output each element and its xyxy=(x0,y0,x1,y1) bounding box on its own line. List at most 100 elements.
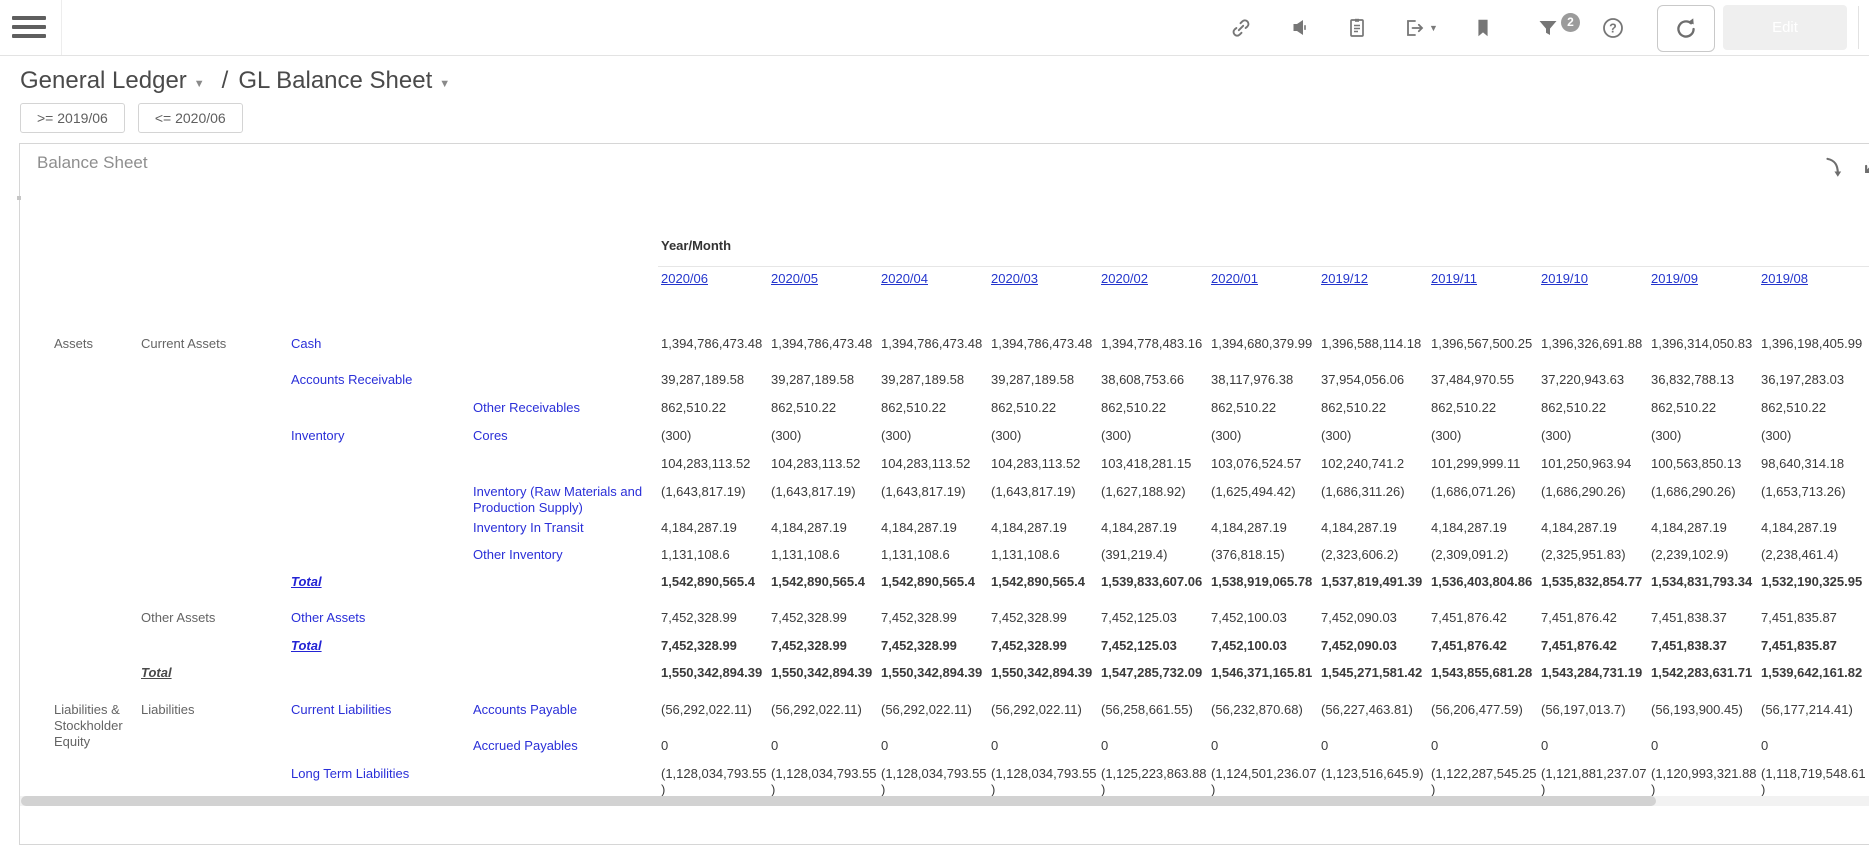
edit-button[interactable]: Edit xyxy=(1723,5,1847,50)
month-column-link[interactable]: 2020/03 xyxy=(991,271,1038,286)
month-column-link[interactable]: 2019/08 xyxy=(1761,271,1808,286)
filter-chip-to[interactable]: <= 2020/06 xyxy=(137,103,243,133)
cell-value: 1,539,642,161.82 xyxy=(1761,665,1863,680)
cell-value: 36,197,283.03 xyxy=(1761,372,1845,387)
horizontal-scrollbar-thumb[interactable] xyxy=(21,796,1656,806)
row-label-link[interactable]: Cores xyxy=(473,428,649,444)
cell-value: 0 xyxy=(881,738,889,753)
bookmark-icon[interactable] xyxy=(1470,15,1496,41)
month-column-link[interactable]: 2019/09 xyxy=(1651,271,1698,286)
cell-value: 1,536,403,804.86 xyxy=(1431,574,1533,589)
cell-value: (2,239,102.9) xyxy=(1651,547,1729,562)
refresh-button[interactable] xyxy=(1657,5,1715,52)
chevron-down-icon[interactable]: ▼ xyxy=(439,78,450,90)
cell-value: 37,220,943.63 xyxy=(1541,372,1625,387)
horizontal-scrollbar-track[interactable] xyxy=(20,796,1869,806)
month-column-link[interactable]: 2019/10 xyxy=(1541,271,1588,286)
filter-count-badge: 2 xyxy=(1561,12,1580,32)
cell-value: (300) xyxy=(991,428,1022,443)
cell-value: 7,452,328.99 xyxy=(771,638,847,653)
cell-value: (1,128,034,793.55) xyxy=(881,766,987,797)
cell-value: 862,510.22 xyxy=(1431,400,1497,415)
filter-icon[interactable]: 2 xyxy=(1528,12,1580,41)
month-header-row: 2020/06 2020/05 2020/04 2020/03 2020/02 2020/… xyxy=(20,271,1869,289)
copy-icon[interactable] xyxy=(1344,15,1370,41)
row-label-link[interactable]: Other Assets xyxy=(291,610,469,626)
link-icon[interactable] xyxy=(1228,15,1254,41)
row-label-link[interactable]: Current Liabilities xyxy=(291,702,469,718)
cell-value: 7,452,328.99 xyxy=(991,638,1067,653)
total-row-link[interactable]: Total xyxy=(141,665,289,681)
menu-button[interactable] xyxy=(12,11,46,44)
cell-value: 4,184,287.19 xyxy=(1761,520,1837,535)
cell-value: 1,131,108.6 xyxy=(881,547,950,562)
drill-down-icon[interactable] xyxy=(1821,154,1847,180)
month-column-link[interactable]: 2019/11 xyxy=(1431,271,1477,286)
cell-value: (56,292,022.11) xyxy=(991,702,1082,717)
cell-value: 1,394,786,473.48 xyxy=(881,336,983,351)
row-label-link[interactable]: Accounts Receivable xyxy=(291,372,469,388)
month-column-link[interactable]: 2020/02 xyxy=(1101,271,1148,286)
month-column-link[interactable]: 2019/12 xyxy=(1321,271,1368,286)
cell-value: (300) xyxy=(1761,428,1792,443)
cell-value: 1,394,778,483.16 xyxy=(1101,336,1203,351)
cell-value: 7,452,328.99 xyxy=(771,610,847,625)
cell-value: 0 xyxy=(1211,738,1219,753)
month-column-link[interactable]: 2020/04 xyxy=(881,271,928,286)
cell-value: (2,325,951.83) xyxy=(1541,547,1626,562)
cell-value: (56,197,013.7) xyxy=(1541,702,1626,717)
cell-value: (56,292,022.11) xyxy=(661,702,752,717)
cell-value: 1,539,833,607.06 xyxy=(1101,574,1203,589)
row-label-link[interactable]: Inventory In Transit xyxy=(473,520,649,536)
cell-value: 39,287,189.58 xyxy=(771,372,855,387)
cell-value: (56,227,463.81) xyxy=(1321,702,1413,717)
row-label-link[interactable]: Inventory xyxy=(291,428,469,444)
total-row-link[interactable]: Total xyxy=(291,638,469,654)
cell-value: 1,537,819,491.39 xyxy=(1321,574,1423,589)
cell-value: 102,240,741.2 xyxy=(1321,456,1405,471)
cell-value: 0 xyxy=(1101,738,1109,753)
cell-value: 1,396,326,691.88 xyxy=(1541,336,1643,351)
row-label-link[interactable]: Accounts Payable xyxy=(473,702,649,718)
row-label-link[interactable]: Accrued Payables xyxy=(473,738,649,754)
cell-value: (56,292,022.11) xyxy=(771,702,862,717)
cell-value: 1,394,680,379.99 xyxy=(1211,336,1313,351)
announce-icon[interactable] xyxy=(1286,15,1312,41)
cell-value: 862,510.22 xyxy=(771,400,837,415)
row-label-link[interactable]: Cash xyxy=(291,336,469,352)
cell-value: 1,545,271,581.42 xyxy=(1321,665,1423,680)
row-label-link[interactable]: Other Inventory xyxy=(473,547,649,563)
row-group-label: Assets xyxy=(54,336,94,351)
cell-value: 1,532,190,325.95 xyxy=(1761,574,1863,589)
month-column-link[interactable]: 2020/05 xyxy=(771,271,818,286)
svg-text:?: ? xyxy=(1609,21,1617,35)
breadcrumb-section[interactable]: General Ledger xyxy=(20,67,187,95)
row-label-link[interactable]: Other Receivables xyxy=(473,400,649,416)
cell-value: 1,542,890,565.4 xyxy=(661,574,755,589)
cell-value: (300) xyxy=(1651,428,1682,443)
row-group-label: Current Assets xyxy=(141,336,227,351)
export-icon[interactable]: ▼ xyxy=(1402,15,1438,41)
breadcrumb-page[interactable]: GL Balance Sheet xyxy=(238,67,432,95)
cell-value: 104,283,113.52 xyxy=(881,456,971,471)
cell-value: (1,128,034,793.55) xyxy=(771,766,877,797)
total-row-link[interactable]: Total xyxy=(291,574,469,590)
help-icon[interactable]: ? xyxy=(1600,15,1626,41)
cell-value: 0 xyxy=(1541,738,1549,753)
cell-value: 104,283,113.52 xyxy=(771,456,861,471)
cell-value: 101,299,999.11 xyxy=(1431,456,1521,471)
month-column-link[interactable]: 2020/01 xyxy=(1211,271,1258,286)
cell-value: 862,510.22 xyxy=(881,400,947,415)
expand-icon[interactable] xyxy=(1858,154,1869,180)
filter-chip-from[interactable]: >= 2019/06 xyxy=(20,103,125,133)
month-column-link[interactable]: 2020/06 xyxy=(661,271,708,286)
cell-value: 7,451,876.42 xyxy=(1541,638,1617,653)
chevron-down-icon[interactable]: ▼ xyxy=(194,78,205,90)
cell-value: 7,452,328.99 xyxy=(661,638,737,653)
row-label-link[interactable]: Long Term Liabilities xyxy=(291,766,469,782)
cell-value: 1,543,855,681.28 xyxy=(1431,665,1533,680)
cell-value: 862,510.22 xyxy=(1541,400,1607,415)
row-label-link[interactable]: Inventory (Raw Materials and Production … xyxy=(473,484,649,516)
cell-value: (1,643,817.19) xyxy=(881,484,966,499)
cell-value: 7,452,125.03 xyxy=(1101,610,1177,625)
